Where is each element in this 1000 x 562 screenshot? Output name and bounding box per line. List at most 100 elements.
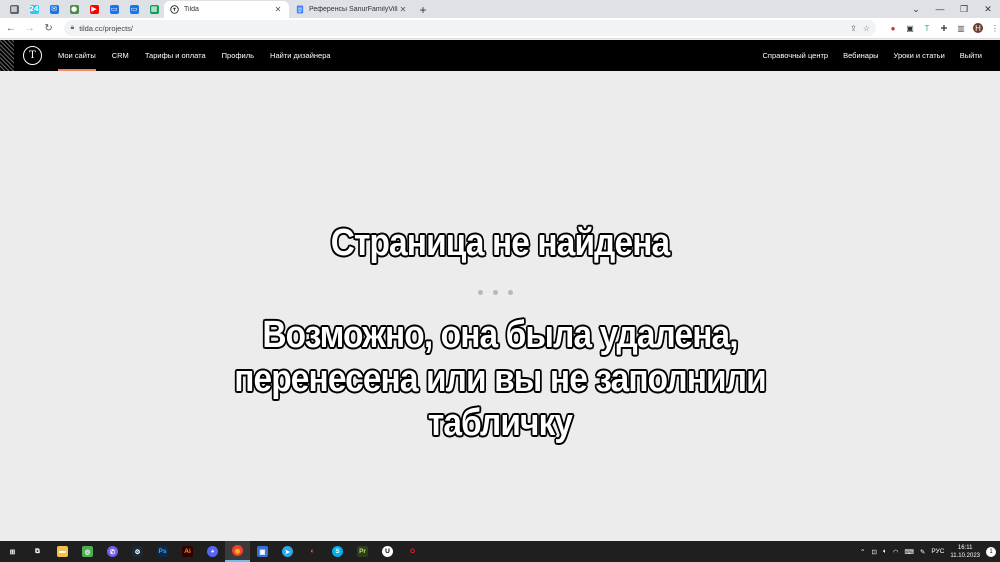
mail-icon: ✉ (49, 4, 59, 14)
nav-logout[interactable]: Выйти (960, 40, 982, 71)
pinned-tab-3[interactable]: ✉ (44, 1, 64, 17)
taskbar-app[interactable]: Pr (350, 541, 375, 562)
extensions-puzzle-icon[interactable]: ✚ (939, 23, 949, 33)
chrome-icon: ◉ (232, 545, 243, 556)
tab-title: Референсы SanurFamilyVillas - ... (309, 6, 398, 13)
volume-icon[interactable]: 🔈︎ (883, 548, 887, 556)
discord-icon: ◕ (207, 546, 218, 557)
taskbar-app[interactable]: U (375, 541, 400, 562)
language-indicator[interactable]: РУС (931, 548, 944, 555)
taskbar-apps: ⊞ ⧉ ▬ ◎ ✆ ⚙ Ps Ai ◕ ◉ ▣ ➤ ◐ S Pr U O (0, 541, 425, 562)
taskbar-app[interactable]: ◐ (300, 541, 325, 562)
clock[interactable]: 16:11 11.10.2023 (950, 544, 980, 560)
pinned-tab-5[interactable]: ▶ (84, 1, 104, 17)
taskbar-app[interactable]: Ps (150, 541, 175, 562)
new-tab-button[interactable]: + (414, 1, 432, 18)
menu-kebab-icon[interactable]: ⋮ (990, 23, 1000, 33)
forward-icon[interactable]: → (22, 20, 38, 36)
tab-references[interactable]: Референсы SanurFamilyVillas - ... ✕ (289, 1, 414, 18)
pen-icon[interactable]: ✎ (920, 548, 925, 556)
side-panel-icon[interactable]: ▥ (956, 23, 966, 33)
notifications-icon[interactable]: 1 (986, 546, 996, 557)
start-icon: ⊞ (7, 546, 18, 557)
pinned-tab-2[interactable]: 24 (24, 1, 44, 17)
nav-find-designer[interactable]: Найти дизайнера (270, 40, 331, 71)
subtitle-line: перенесена или вы не заполнили (234, 358, 766, 400)
photos-icon: ▣ (257, 546, 268, 557)
unreal-icon: U (382, 546, 393, 557)
clock-time: 16:11 (957, 544, 973, 551)
tab-search-icon[interactable]: ⌄ (904, 0, 928, 18)
wifi-icon[interactable]: ◠ (893, 548, 899, 556)
nav-webinars[interactable]: Вебинары (843, 40, 878, 71)
main-nav: Мои сайты CRM Тарифы и оплата Профиль На… (58, 40, 331, 71)
clock-date: 11.10.2023 (950, 552, 980, 559)
taskbar-app[interactable]: S (325, 541, 350, 562)
taskbar-app[interactable]: ⧉ (25, 541, 50, 562)
decorative-pattern (0, 40, 14, 71)
taskbar-app[interactable]: ◉ (225, 541, 250, 562)
lock-icon[interactable]: 🔒︎ (70, 24, 74, 32)
taskbar-app[interactable]: ⚙ (125, 541, 150, 562)
xbox-icon: ◎ (82, 546, 93, 557)
taskbar-app[interactable]: ▣ (250, 541, 275, 562)
page-subtitle: Возможно, она была удалена, перенесена и… (60, 313, 940, 445)
keyboard-icon[interactable]: ⌨ (905, 548, 914, 556)
dot (478, 290, 483, 295)
photoshop-icon: Ps (157, 546, 168, 557)
translate-extension-icon[interactable]: T (922, 23, 932, 33)
pinned-tab-4[interactable]: ● (64, 1, 84, 17)
messages-icon: ▭ (109, 4, 119, 14)
subtitle-line: Возможно, она была удалена, (262, 314, 738, 356)
page-content: Страница не найдена Возможно, она была у… (0, 71, 1000, 541)
pinned-tab-1[interactable]: ▦ (4, 1, 24, 17)
skype-icon: S (332, 546, 343, 557)
taskbar-app[interactable]: ✆ (100, 541, 125, 562)
screenshot-extension-icon[interactable]: ▣ (905, 23, 915, 33)
loading-dots (478, 290, 513, 295)
pinned-tab-8[interactable]: ▦ (144, 1, 164, 17)
share-icon[interactable]: ⇪ (850, 24, 857, 33)
tilda-logo[interactable]: T (23, 46, 42, 65)
window-controls: ⌄ — ❐ ✕ (904, 0, 1000, 18)
network-icon[interactable]: ⊡ (872, 548, 877, 556)
illustrator-icon: Ai (182, 546, 193, 557)
close-tab-icon[interactable]: ✕ (273, 5, 283, 14)
url-text: tilda.cc/projects/ (79, 23, 133, 33)
taskbar-app[interactable]: ▬ (50, 541, 75, 562)
close-tab-icon[interactable]: ✕ (398, 5, 408, 14)
nav-my-sites[interactable]: Мои сайты (58, 40, 96, 71)
chat-icon: ▭ (129, 4, 139, 14)
restore-button[interactable]: ❐ (952, 0, 976, 18)
windows-taskbar: ⊞ ⧉ ▬ ◎ ✆ ⚙ Ps Ai ◕ ◉ ▣ ➤ ◐ S Pr U O ⌃ ⊡ 🔈︎ ◠ ⌨ ✎ РУС 16… (0, 541, 1000, 562)
reload-icon[interactable]: ↻ (41, 20, 57, 36)
bookmark-star-icon[interactable]: ☆ (863, 24, 870, 33)
taskbar-app[interactable]: Ai (175, 541, 200, 562)
taskbar-app[interactable]: ⊞ (0, 541, 25, 562)
taskbar-app[interactable]: ◎ (75, 541, 100, 562)
opera-extension-icon[interactable]: ● (888, 23, 898, 33)
dot (508, 290, 513, 295)
pinned-tab-6[interactable]: ▭ (104, 1, 124, 17)
nav-help-center[interactable]: Справочный центр (763, 40, 829, 71)
address-bar[interactable]: 🔒︎ tilda.cc/projects/ ⇪ ☆ (64, 20, 876, 36)
taskbar-app[interactable]: ➤ (275, 541, 300, 562)
nav-lessons[interactable]: Уроки и статьи (894, 40, 945, 71)
minimize-button[interactable]: — (928, 0, 952, 18)
pinned-tab-7[interactable]: ▭ (124, 1, 144, 17)
close-window-button[interactable]: ✕ (976, 0, 1000, 18)
taskbar-app[interactable]: O (400, 541, 425, 562)
tab-tilda[interactable]: Tilda ✕ (164, 1, 289, 18)
back-icon[interactable]: ← (3, 20, 19, 36)
nav-crm[interactable]: CRM (112, 40, 129, 71)
taskbar-app[interactable]: ◕ (200, 541, 225, 562)
profile-avatar[interactable]: Н (972, 23, 983, 33)
tray-chevron-icon[interactable]: ⌃ (860, 548, 865, 556)
blender-icon: ◐ (307, 546, 318, 557)
extensions-bar: ● ▣ T ✚ ▥ Н ⋮ (888, 23, 1000, 33)
page-title: Страница не найдена (330, 222, 670, 264)
telegram-icon: ➤ (282, 546, 293, 557)
nav-profile[interactable]: Профиль (222, 40, 254, 71)
nav-tariffs[interactable]: Тарифы и оплата (145, 40, 206, 71)
browser-tab-strip: ▦ 24 ✉ ● ▶ ▭ ▭ ▦ Tilda ✕ Референсы SanurFamilyV… (0, 0, 1000, 18)
